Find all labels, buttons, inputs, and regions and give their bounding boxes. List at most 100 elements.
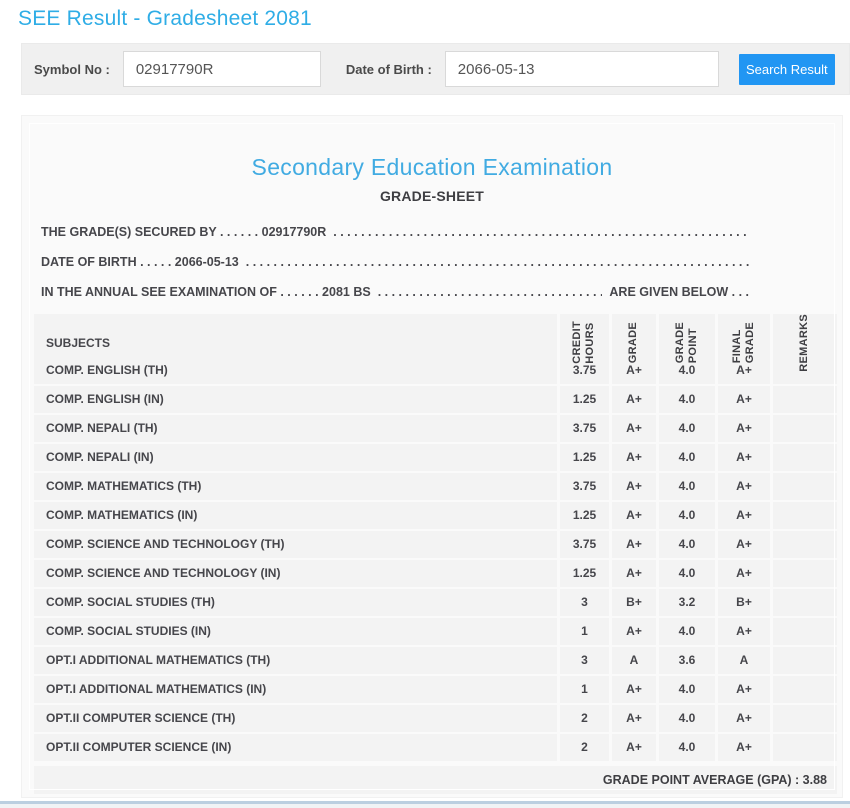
remarks-cell	[773, 531, 837, 558]
gpa-footer: GRADE POINT AVERAGE (GPA) : 3.88	[34, 766, 837, 794]
subject-cell: COMP. MATHEMATICS (IN)	[34, 502, 557, 529]
footer-ribbon	[0, 801, 850, 808]
rotated-header-label: REMARKS	[798, 314, 811, 372]
final-grade-cell: A	[718, 647, 770, 674]
grade-point-cell: 3.2	[659, 589, 715, 616]
table-row: COMP. MATHEMATICS (IN) 1.25 A+ 4.0 A+	[34, 502, 837, 529]
table-row: COMP. SOCIAL STUDIES (IN) 1 A+ 4.0 A+	[34, 618, 837, 645]
symbol-no-input[interactable]	[122, 51, 321, 87]
grade-point-cell: 4.0	[659, 676, 715, 703]
table-row: COMP. SCIENCE AND TECHNOLOGY (IN) 1.25 A+ 4…	[34, 560, 837, 587]
gradesheet-subheading: GRADE-SHEET	[379, 188, 485, 204]
credit-hours-cell: 1.25	[560, 386, 609, 413]
table-row: COMP. ENGLISH (IN) 1.25 A+ 4.0 A+	[34, 386, 837, 413]
subject-cell: COMP. SCIENCE AND TECHNOLOGY (IN)	[34, 560, 557, 587]
subject-cell: COMP. NEPALI (TH)	[34, 415, 557, 442]
remarks-cell	[773, 560, 837, 587]
dot-leader: . . . . . . . . . . . . . . . . . . . . …	[377, 285, 603, 299]
grade-point-cell: 4.0	[659, 560, 715, 587]
remarks-cell	[773, 589, 837, 616]
rotated-header-label: CREDIT HOURS	[571, 321, 597, 365]
subject-cell: COMP. SOCIAL STUDIES (IN)	[34, 618, 557, 645]
statement-text: DATE OF BIRTH . . . . . 2066-05-13	[41, 255, 239, 269]
grade-point-cell: 4.0	[659, 705, 715, 732]
date-of-birth-label: Date of Birth :	[345, 61, 432, 77]
statement-text: THE GRADE(S) SECURED BY . . . . . . 0291…	[41, 225, 327, 239]
subject-cell: COMP. SOCIAL STUDIES (TH)	[34, 589, 557, 616]
dot-leader: . . . . . . . . . . . . . . . . . . . . …	[333, 225, 749, 239]
grades-table: SUBJECTS CREDIT HOURS GRADE GRADE POINT FIN…	[34, 314, 837, 761]
remarks-cell	[773, 444, 837, 471]
credit-hours-cell: 1	[560, 676, 609, 703]
statement-line-secured-by: THE GRADE(S) SECURED BY . . . . . . 0291…	[41, 217, 749, 247]
remarks-cell	[773, 734, 837, 761]
grade-point-cell: 3.6	[659, 647, 715, 674]
grade-cell: A+	[612, 502, 656, 529]
remarks-cell	[773, 705, 837, 732]
symbol-no-label: Symbol No :	[34, 61, 110, 77]
final-grade-cell: A+	[718, 502, 770, 529]
grade-cell: B+	[612, 589, 656, 616]
remarks-cell	[773, 676, 837, 703]
credit-hours-cell: 1.25	[560, 444, 609, 471]
table-row: COMP. NEPALI (IN) 1.25 A+ 4.0 A+	[34, 444, 837, 471]
subject-cell: OPT.I ADDITIONAL MATHEMATICS (TH)	[34, 647, 557, 674]
grade-point-cell: 4.0	[659, 531, 715, 558]
final-grade-cell: A+	[718, 618, 770, 645]
subject-cell: COMP. MATHEMATICS (TH)	[34, 473, 557, 500]
credit-hours-cell: 1.25	[560, 502, 609, 529]
final-grade-cell: A+	[718, 705, 770, 732]
grade-point-cell: 4.0	[659, 734, 715, 761]
rotated-header-label: GRADE	[627, 322, 640, 364]
subject-cell: COMP. SCIENCE AND TECHNOLOGY (TH)	[34, 531, 557, 558]
grade-cell: A+	[612, 444, 656, 471]
remarks-cell	[773, 415, 837, 442]
final-grade-cell: A+	[718, 560, 770, 587]
table-header-row: SUBJECTS CREDIT HOURS GRADE GRADE POINT FIN…	[34, 314, 837, 372]
date-of-birth-input[interactable]	[444, 51, 719, 87]
table-row: COMP. NEPALI (TH) 3.75 A+ 4.0 A+	[34, 415, 837, 442]
subject-cell: COMP. NEPALI (IN)	[34, 444, 557, 471]
grade-point-cell: 4.0	[659, 415, 715, 442]
final-grade-cell: A+	[718, 473, 770, 500]
credit-hours-cell: 2	[560, 705, 609, 732]
grade-cell: A+	[612, 560, 656, 587]
grade-cell: A+	[612, 676, 656, 703]
grade-cell: A+	[612, 386, 656, 413]
gradesheet-heading: Secondary Education Examination	[251, 154, 613, 180]
table-row: COMP. ENGLISH (TH) 3.75 A+ 4.0 A+	[34, 357, 837, 384]
grade-cell: A+	[612, 734, 656, 761]
credit-hours-cell: 3.75	[560, 473, 609, 500]
grade-cell: A+	[612, 415, 656, 442]
final-grade-cell: A+	[718, 676, 770, 703]
statement-text: IN THE ANNUAL SEE EXAMINATION OF . . . .…	[41, 285, 371, 299]
page-title: SEE Result - Gradesheet 2081	[18, 7, 312, 30]
grade-point-cell: 4.0	[659, 473, 715, 500]
grade-cell: A+	[612, 531, 656, 558]
grade-point-cell: 4.0	[659, 444, 715, 471]
credit-hours-cell: 2	[560, 734, 609, 761]
table-row: COMP. SOCIAL STUDIES (TH) 3 B+ 3.2 B+	[34, 589, 837, 616]
statement-line-examination-of: IN THE ANNUAL SEE EXAMINATION OF . . . .…	[41, 277, 749, 307]
grade-point-cell: 4.0	[659, 502, 715, 529]
search-result-button[interactable]: Search Result	[738, 53, 835, 85]
final-grade-cell: B+	[718, 589, 770, 616]
subject-cell: COMP. ENGLISH (TH)	[34, 357, 557, 384]
table-row: COMP. MATHEMATICS (TH) 3.75 A+ 4.0 A+	[34, 473, 837, 500]
rotated-header-label: GRADE POINT	[673, 322, 699, 364]
table-row: COMP. SCIENCE AND TECHNOLOGY (TH) 3.75 A+ 4…	[34, 531, 837, 558]
grade-point-cell: 4.0	[659, 386, 715, 413]
subject-cell: COMP. ENGLISH (IN)	[34, 386, 557, 413]
statement-suffix: ARE GIVEN BELOW . . .	[609, 285, 749, 299]
credit-hours-cell: 3	[560, 589, 609, 616]
credit-hours-cell: 3.75	[560, 415, 609, 442]
grade-cell: A+	[612, 705, 656, 732]
credit-hours-cell: 3	[560, 647, 609, 674]
rotated-header-label: FINAL GRADE	[730, 322, 756, 364]
subject-cell: OPT.I ADDITIONAL MATHEMATICS (IN)	[34, 676, 557, 703]
final-grade-cell: A+	[718, 386, 770, 413]
remarks-cell	[773, 473, 837, 500]
final-grade-cell: A+	[718, 531, 770, 558]
remarks-cell	[773, 647, 837, 674]
final-grade-cell: A+	[718, 734, 770, 761]
